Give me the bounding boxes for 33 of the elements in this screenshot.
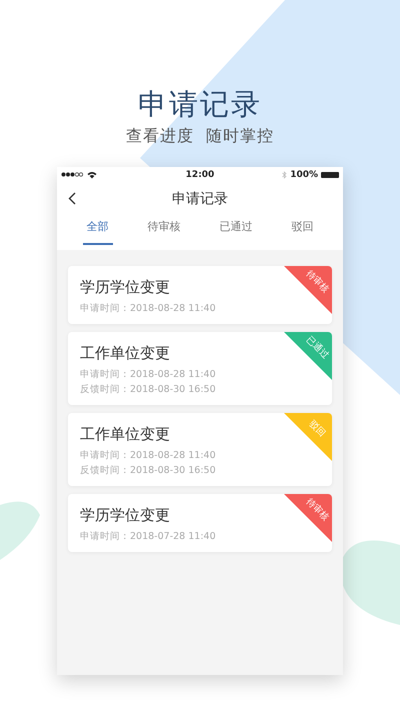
record-title: 工作单位变更 [80,344,170,363]
record-time: 申请时间：2018-08-28 11:40 [80,368,216,381]
tab[interactable]: 全部 [82,215,112,245]
record-time: 申请时间：2018-08-28 11:40 [80,302,216,315]
signal-icon [61,172,83,177]
record-time: 申请时间：2018-08-28 11:40 [80,449,216,462]
page-title: 申请记录 [138,86,262,122]
status-ribbon: 已通过 [284,332,332,380]
record-card[interactable]: 学历学位变更 申请时间：2018-07-28 11:40 待审核 [68,494,332,552]
status-time: 12:00 [186,170,214,180]
background-blob [0,502,40,560]
screen-title: 申请记录 [172,190,228,208]
record-card[interactable]: 工作单位变更 申请时间：2018-08-28 11:40 反馈时间：2018-08-30 16:50 已通过 [68,332,332,405]
battery-percent: 100% [290,170,318,180]
status-ribbon: 驳回 [284,413,332,461]
status-ribbon: 待审核 [284,494,332,542]
tab[interactable]: 驳回 [288,215,318,245]
record-card[interactable]: 工作单位变更 申请时间：2018-08-28 11:40 反馈时间：2018-08-30 16:50 驳回 [68,413,332,486]
record-title: 工作单位变更 [80,425,170,444]
record-time: 反馈时间：2018-08-30 16:50 [80,383,216,396]
record-time: 反馈时间：2018-08-30 16:50 [80,464,216,477]
record-card[interactable]: 学历学位变更 申请时间：2018-08-28 11:40 待审核 [68,266,332,324]
back-icon[interactable] [68,192,76,205]
bluetooth-icon [282,170,288,178]
wifi-icon [87,170,97,178]
tab[interactable]: 已通过 [216,215,256,245]
tab[interactable]: 待审核 [144,215,184,245]
page-subtitle: 查看进度 随时掌控 [126,126,274,147]
record-title: 学历学位变更 [80,506,170,525]
battery-icon [321,172,339,178]
record-time: 申请时间：2018-07-28 11:40 [80,530,216,543]
status-ribbon: 待审核 [284,266,332,314]
record-title: 学历学位变更 [80,278,170,297]
